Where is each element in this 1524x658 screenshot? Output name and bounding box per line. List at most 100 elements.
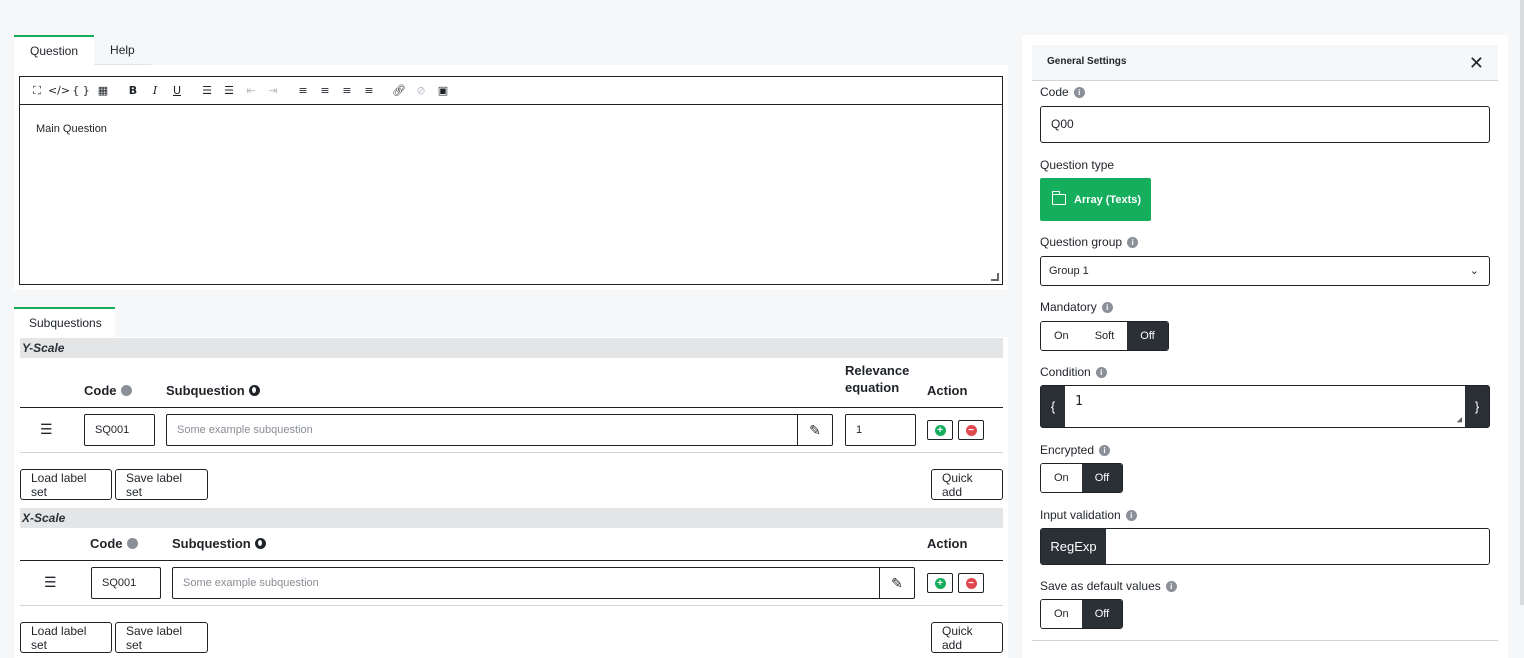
mandatory-soft[interactable]: Soft	[1081, 322, 1128, 350]
resize-handle-icon[interactable]: ◢	[1457, 415, 1462, 425]
condition-input[interactable]: 1 ◢	[1065, 386, 1465, 427]
outdent-icon[interactable]: ⇤	[240, 81, 262, 101]
subquestions-panel: Y-Scale Code Subquestion Relevance equati…	[14, 337, 1008, 658]
code-input[interactable]: Q00	[1040, 106, 1490, 143]
unlink-icon[interactable]: ⊘	[410, 81, 432, 101]
divider	[1032, 640, 1498, 641]
mandatory-label: Mandatory i	[1040, 300, 1113, 314]
info-icon[interactable]: i	[1165, 580, 1177, 592]
rich-text-editor: ⛶ </> { } ▦ B I U ☰ ☰ ⇤ ⇥ ≡ ≡ ≡ ≡ 🔗︎ ⊘ ▣…	[19, 76, 1003, 285]
x-subquestion-header: Subquestion	[172, 536, 266, 551]
editor-content[interactable]: Main Question	[20, 105, 1002, 153]
load-label-set-button[interactable]: Load label set	[20, 469, 112, 500]
divider	[20, 452, 1003, 453]
x-subquestion-input[interactable]: Some example subquestion	[172, 567, 880, 599]
ordered-list-icon[interactable]: ☰	[196, 81, 218, 101]
brace-close: }	[1465, 386, 1489, 427]
question-type-button[interactable]: Array (Texts)	[1040, 178, 1151, 221]
y-subquestion-input[interactable]: Some example subquestion	[166, 414, 798, 446]
x-code-input[interactable]: SQ001	[91, 567, 161, 599]
remove-row-button[interactable]: −	[958, 573, 984, 593]
chevron-down-icon: ⌄	[1469, 265, 1479, 277]
save-default-on[interactable]: On	[1041, 600, 1082, 628]
save-default-off[interactable]: Off	[1081, 600, 1123, 628]
bullet-list-icon[interactable]: ☰	[218, 81, 240, 101]
x-code-header: Code	[90, 536, 138, 551]
question-group-select[interactable]: Group 1 ⌄	[1040, 256, 1490, 286]
info-icon	[126, 538, 138, 549]
align-center-icon[interactable]: ≡	[314, 81, 336, 101]
divider	[20, 605, 1003, 606]
tab-question[interactable]: Question	[14, 35, 95, 65]
y-relevance-input[interactable]: 1	[845, 414, 916, 446]
indent-icon[interactable]: ⇥	[262, 81, 284, 101]
general-settings-panel: General Settings ✕ Code i Q00 Question ty…	[1022, 35, 1508, 658]
underline-icon[interactable]: U	[166, 81, 188, 101]
expression-icon[interactable]: { }	[70, 81, 92, 101]
y-code-header: Code	[84, 383, 132, 398]
code-label: Code i	[1040, 85, 1085, 99]
info-icon[interactable]: i	[1095, 366, 1107, 378]
image-icon[interactable]: ▣	[432, 81, 454, 101]
resize-handle-icon[interactable]	[991, 273, 999, 281]
divider	[20, 560, 1003, 561]
edit-pencil-icon[interactable]: ✎	[879, 567, 915, 599]
drag-handle-icon[interactable]: ☰	[44, 574, 57, 591]
save-default-label: Save as default values i	[1040, 579, 1177, 593]
y-relevance-header: Relevance equation	[845, 363, 910, 395]
editor-tabs: Question Help	[14, 35, 151, 65]
editor-panel: ⛶ </> { } ▦ B I U ☰ ☰ ⇤ ⇥ ≡ ≡ ≡ ≡ 🔗︎ ⊘ ▣…	[14, 65, 1008, 290]
align-left-icon[interactable]: ≡	[292, 81, 314, 101]
input-validation-field: RegExp	[1040, 528, 1490, 565]
folder-icon	[1051, 191, 1066, 205]
mandatory-on[interactable]: On	[1041, 322, 1082, 350]
quick-add-button[interactable]: Quick add	[931, 622, 1003, 653]
page-scrollbar[interactable]	[1520, 0, 1524, 605]
info-icon[interactable]: i	[1127, 236, 1139, 248]
editor-toolbar: ⛶ </> { } ▦ B I U ☰ ☰ ⇤ ⇥ ≡ ≡ ≡ ≡ 🔗︎ ⊘ ▣	[20, 77, 1002, 105]
table-icon[interactable]: ▦	[92, 81, 114, 101]
fullscreen-icon[interactable]: ⛶	[26, 81, 48, 101]
italic-icon[interactable]: I	[144, 81, 166, 101]
remove-row-button[interactable]: −	[958, 420, 984, 440]
globe-icon	[248, 385, 260, 396]
divider	[20, 407, 1003, 408]
add-row-button[interactable]: +	[927, 573, 953, 593]
align-justify-icon[interactable]: ≡	[358, 81, 380, 101]
close-icon[interactable]: ✕	[1469, 53, 1484, 74]
globe-icon	[254, 538, 266, 549]
info-icon[interactable]: i	[1101, 301, 1113, 313]
tab-help[interactable]: Help	[94, 35, 151, 65]
y-subquestion-header: Subquestion	[166, 383, 260, 398]
load-label-set-button[interactable]: Load label set	[20, 622, 112, 653]
encrypted-on[interactable]: On	[1041, 464, 1082, 492]
save-label-set-button[interactable]: Save label set	[115, 469, 208, 500]
tab-subquestions[interactable]: Subquestions	[14, 307, 115, 337]
minus-icon: −	[965, 424, 977, 436]
encrypted-toggle: On Off	[1040, 463, 1124, 493]
mandatory-off[interactable]: Off	[1127, 322, 1168, 350]
info-icon	[120, 385, 132, 396]
y-scale-heading: Y-Scale	[20, 338, 1003, 358]
save-default-toggle: On Off	[1040, 599, 1124, 629]
link-icon[interactable]: 🔗︎	[388, 81, 410, 101]
input-validation-input[interactable]	[1106, 529, 1489, 564]
info-icon[interactable]: i	[1099, 444, 1111, 456]
settings-title: General Settings	[1047, 56, 1127, 67]
plus-icon: +	[934, 577, 946, 589]
mandatory-toggle: On Soft Off	[1040, 321, 1169, 351]
source-code-icon[interactable]: </>	[48, 81, 70, 101]
info-icon[interactable]: i	[1125, 509, 1137, 521]
save-label-set-button[interactable]: Save label set	[115, 622, 208, 653]
y-code-input[interactable]: SQ001	[84, 414, 155, 446]
quick-add-button[interactable]: Quick add	[931, 469, 1003, 500]
edit-pencil-icon[interactable]: ✎	[797, 414, 833, 446]
info-icon[interactable]: i	[1073, 86, 1085, 98]
bold-icon[interactable]: B	[122, 81, 144, 101]
drag-handle-icon[interactable]: ☰	[40, 421, 53, 438]
x-scale-heading: X-Scale	[20, 508, 1003, 528]
align-right-icon[interactable]: ≡	[336, 81, 358, 101]
encrypted-off[interactable]: Off	[1081, 464, 1123, 492]
minus-icon: −	[965, 577, 977, 589]
add-row-button[interactable]: +	[927, 420, 953, 440]
